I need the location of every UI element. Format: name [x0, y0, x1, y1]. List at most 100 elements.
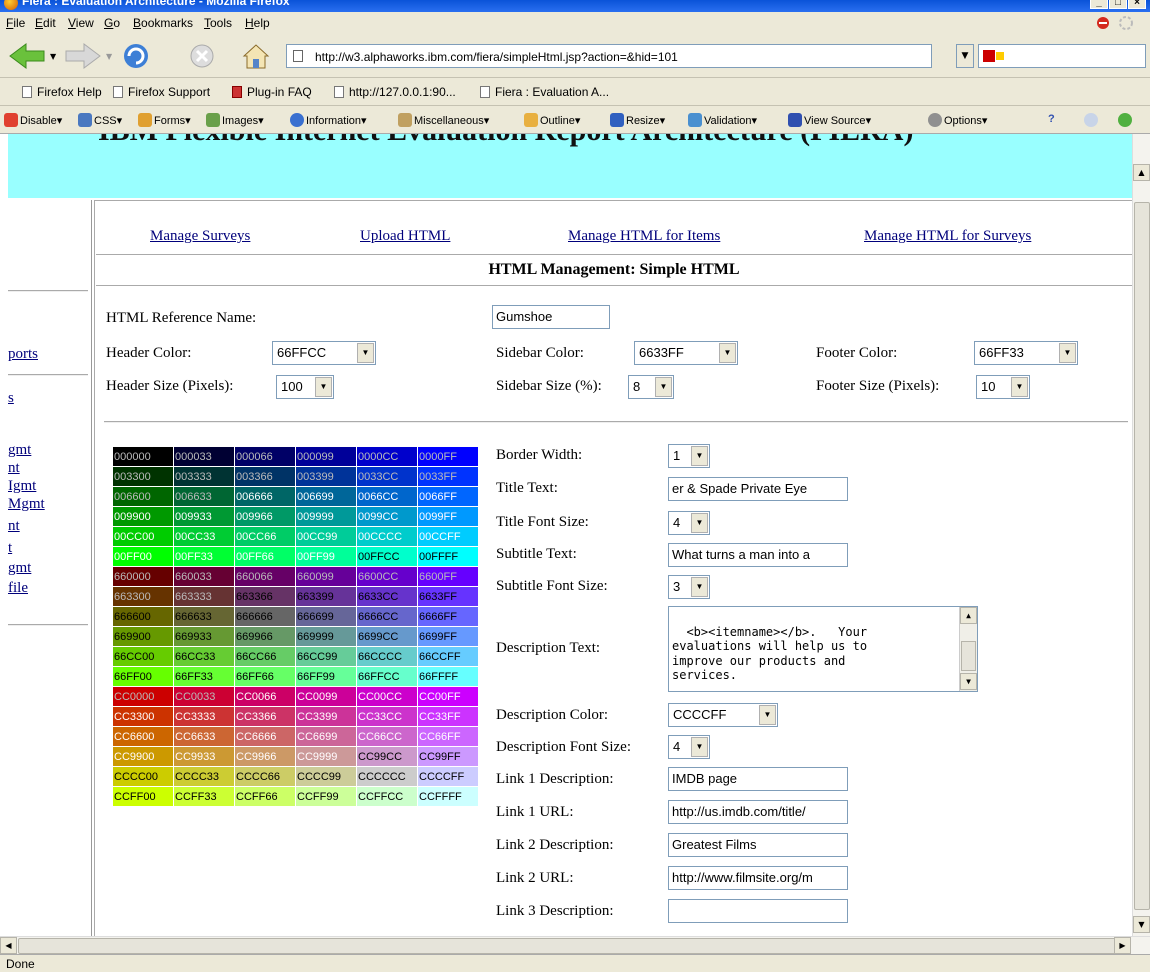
palette-swatch[interactable]: 663366 [235, 587, 295, 606]
palette-swatch[interactable]: 6633FF [418, 587, 478, 606]
sidebar-color-select[interactable]: 6633FF ▼ [634, 341, 738, 365]
palette-swatch[interactable]: 66FF00 [113, 667, 173, 686]
url-bar[interactable]: http://w3.alphaworks.ibm.com/fiera/simpl… [286, 44, 932, 68]
palette-swatch[interactable]: CCFF33 [174, 787, 234, 806]
palette-swatch[interactable]: CC3300 [113, 707, 173, 726]
back-dropdown-icon[interactable]: ▼ [50, 52, 56, 61]
search-engine-icon[interactable] [983, 48, 1007, 64]
palette-swatch[interactable]: 66FFCC [357, 667, 417, 686]
palette-swatch[interactable]: 66FF33 [174, 667, 234, 686]
sidebar-link-9[interactable]: gmt [8, 560, 31, 577]
palette-swatch[interactable]: 663399 [296, 587, 356, 606]
subtitle-text-input[interactable]: What turns a man into a [668, 543, 848, 567]
palette-swatch[interactable]: CCFFCC [357, 787, 417, 806]
dev-view-source-menu[interactable]: View Source▾ [788, 113, 871, 127]
play-icon[interactable] [1118, 113, 1134, 127]
palette-swatch[interactable]: CC6699 [296, 727, 356, 746]
title-text-input[interactable]: er & Spade Private Eye [668, 477, 848, 501]
dev-options-menu[interactable]: Options▾ [928, 113, 987, 127]
palette-swatch[interactable]: CC99FF [418, 747, 478, 766]
palette-swatch[interactable]: 00CCFF [418, 527, 478, 546]
palette-swatch[interactable]: 00CC00 [113, 527, 173, 546]
palette-swatch[interactable]: CC0000 [113, 687, 173, 706]
palette-swatch[interactable]: CCFF99 [296, 787, 356, 806]
palette-swatch[interactable]: 009966 [235, 507, 295, 526]
palette-swatch[interactable]: CC0066 [235, 687, 295, 706]
palette-swatch[interactable]: 00CC33 [174, 527, 234, 546]
palette-swatch[interactable]: 003333 [174, 467, 234, 486]
palette-swatch[interactable]: 0099CC [357, 507, 417, 526]
sidebar-link-4[interactable]: nt [8, 460, 20, 477]
scroll-up-icon[interactable]: ▲ [960, 607, 977, 624]
palette-swatch[interactable]: CC00CC [357, 687, 417, 706]
menu-file[interactable]: File [6, 16, 25, 30]
nav-manage-surveys[interactable]: Manage Surveys [150, 228, 250, 245]
minimize-icon[interactable]: _ [1090, 0, 1108, 9]
sidebar-link-3[interactable]: gmt [8, 442, 31, 459]
palette-swatch[interactable]: CCFF66 [235, 787, 295, 806]
palette-swatch[interactable]: 660033 [174, 567, 234, 586]
palette-swatch[interactable]: 0099FF [418, 507, 478, 526]
link2-url-input[interactable]: http://www.filmsite.org/m [668, 866, 848, 890]
link3-desc-input[interactable] [668, 899, 848, 923]
menu-edit[interactable]: Edit [35, 16, 56, 30]
palette-swatch[interactable]: 00FFFF [418, 547, 478, 566]
palette-swatch[interactable]: CC3366 [235, 707, 295, 726]
palette-swatch[interactable]: 003300 [113, 467, 173, 486]
palette-swatch[interactable]: CC9999 [296, 747, 356, 766]
close-icon[interactable]: × [1128, 0, 1146, 9]
menu-tools[interactable]: Tools [204, 16, 232, 30]
help-icon[interactable]: ? [1048, 113, 1055, 125]
scroll-thumb[interactable] [961, 641, 976, 671]
palette-swatch[interactable]: 00CC66 [235, 527, 295, 546]
palette-swatch[interactable]: 666699 [296, 607, 356, 626]
palette-swatch[interactable]: CC6633 [174, 727, 234, 746]
palette-swatch[interactable]: 00FF99 [296, 547, 356, 566]
palette-swatch[interactable]: 009999 [296, 507, 356, 526]
palette-swatch[interactable]: 666600 [113, 607, 173, 626]
description-font-size-select[interactable]: 4 ▼ [668, 735, 710, 759]
palette-swatch[interactable]: 00CC99 [296, 527, 356, 546]
palette-swatch[interactable]: CC66FF [418, 727, 478, 746]
palette-swatch[interactable]: 666633 [174, 607, 234, 626]
palette-swatch[interactable]: 6633CC [357, 587, 417, 606]
vertical-scrollbar[interactable]: ▲ ▼ [1132, 134, 1150, 936]
palette-swatch[interactable]: CC0033 [174, 687, 234, 706]
palette-swatch[interactable]: 66CC66 [235, 647, 295, 666]
dev-validation-menu[interactable]: Validation▾ [688, 113, 757, 127]
palette-swatch[interactable]: CC33FF [418, 707, 478, 726]
palette-swatch[interactable]: CC6666 [235, 727, 295, 746]
palette-swatch[interactable]: CC00FF [418, 687, 478, 706]
palette-swatch[interactable]: 000033 [174, 447, 234, 466]
palette-swatch[interactable]: CC33CC [357, 707, 417, 726]
palette-swatch[interactable]: 0000CC [357, 447, 417, 466]
sidebar-link-8[interactable]: t [8, 540, 12, 557]
palette-swatch[interactable]: 006699 [296, 487, 356, 506]
bookmark-localhost[interactable]: http://127.0.0.1:90... [334, 85, 456, 99]
palette-swatch[interactable]: 66FF99 [296, 667, 356, 686]
dev-forms-menu[interactable]: Forms▾ [138, 113, 191, 127]
palette-swatch[interactable]: CC9900 [113, 747, 173, 766]
palette-swatch[interactable]: 663333 [174, 587, 234, 606]
palette-swatch[interactable]: CC99CC [357, 747, 417, 766]
palette-swatch[interactable]: 669966 [235, 627, 295, 646]
scroll-down-icon[interactable]: ▼ [1133, 916, 1150, 933]
footer-color-select[interactable]: 66FF33 ▼ [974, 341, 1078, 365]
link1-url-input[interactable]: http://us.imdb.com/title/ [668, 800, 848, 824]
palette-swatch[interactable]: 009900 [113, 507, 173, 526]
palette-swatch[interactable]: 669933 [174, 627, 234, 646]
dev-resize-menu[interactable]: Resize▾ [610, 113, 665, 127]
palette-swatch[interactable]: 66CCCC [357, 647, 417, 666]
palette-swatch[interactable]: 009933 [174, 507, 234, 526]
palette-swatch[interactable]: 006633 [174, 487, 234, 506]
palette-swatch[interactable]: 6666CC [357, 607, 417, 626]
palette-swatch[interactable]: 00FFCC [357, 547, 417, 566]
nav-manage-html-surveys[interactable]: Manage HTML for Surveys [864, 228, 1031, 245]
border-width-select[interactable]: 1 ▼ [668, 444, 710, 468]
palette-swatch[interactable]: 660066 [235, 567, 295, 586]
palette-swatch[interactable]: CCCCCC [357, 767, 417, 786]
menu-bookmarks[interactable]: Bookmarks [133, 16, 193, 30]
menu-help[interactable]: Help [245, 16, 270, 30]
forward-arrow-icon[interactable] [62, 42, 102, 70]
nav-upload-html[interactable]: Upload HTML [360, 228, 450, 245]
